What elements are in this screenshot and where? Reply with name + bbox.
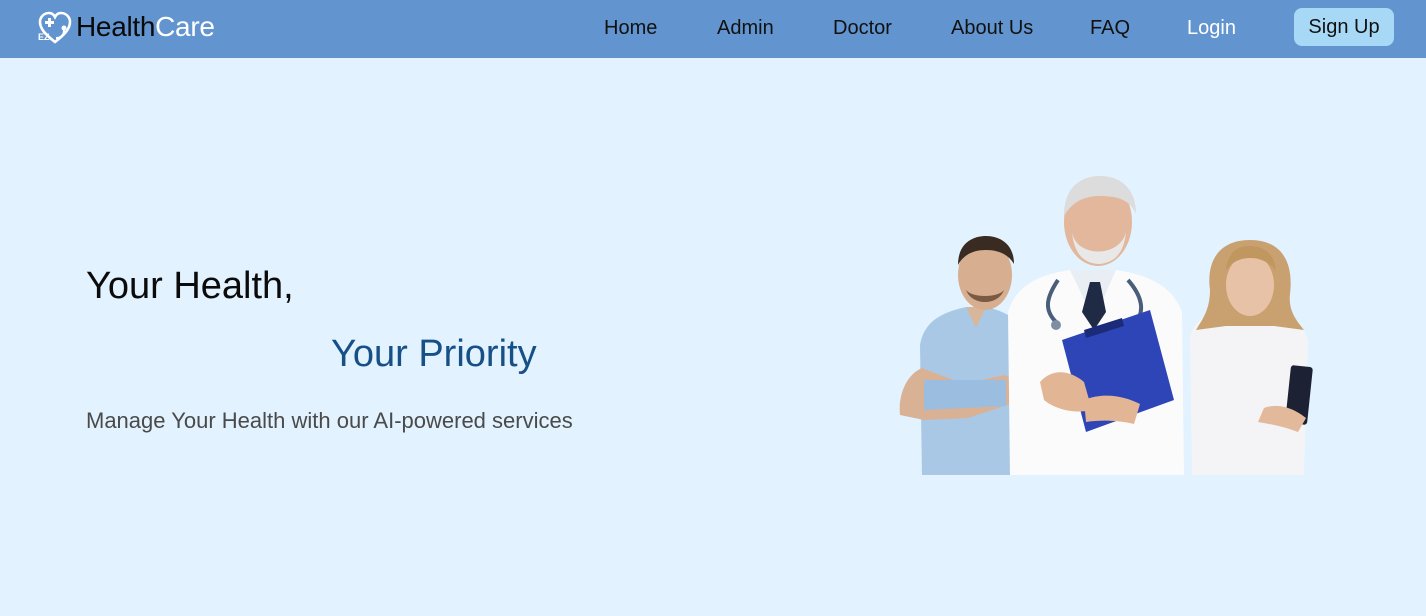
nav-admin-link[interactable]: Admin [717, 15, 774, 41]
doctors-group-photo-icon [899, 176, 1313, 475]
nav-faq-link[interactable]: FAQ [1090, 15, 1130, 41]
hero-subtitle: Manage Your Health with our AI-powered s… [86, 408, 573, 433]
brand[interactable]: EZ HealthCare [36, 8, 215, 46]
nav-home-link[interactable]: Home [604, 15, 657, 41]
logo-badge-text: EZ [38, 32, 50, 42]
hero-title-line1: Your Health, [86, 265, 294, 307]
top-navbar: EZ HealthCare Home Admin Doctor About Us… [0, 0, 1426, 58]
nav-login-link[interactable]: Login [1187, 15, 1236, 41]
brand-name-care: Care [155, 11, 215, 42]
stethoscope-heart-logo-icon: EZ [38, 11, 72, 44]
nav-about-us-link[interactable]: About Us [951, 15, 1033, 41]
sign-up-button[interactable]: Sign Up [1294, 8, 1394, 46]
nav-doctor-link[interactable]: Doctor [833, 15, 892, 41]
brand-name: HealthCare [76, 8, 215, 46]
brand-name-health: Health [76, 11, 156, 42]
hero-title-line2: Your Priority [331, 333, 537, 375]
